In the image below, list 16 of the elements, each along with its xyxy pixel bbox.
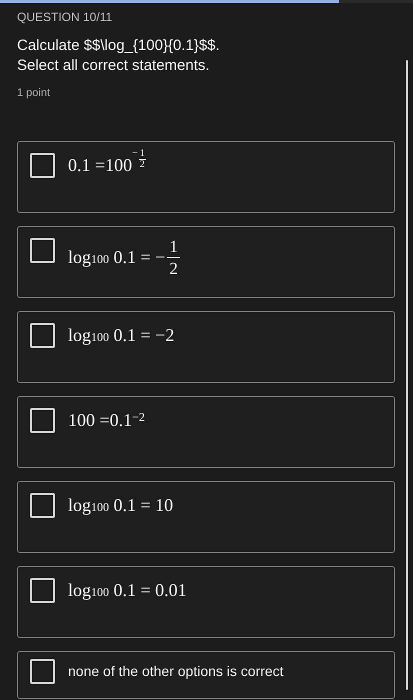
checkbox[interactable]	[30, 408, 55, 432]
points-label: 1 point	[17, 86, 52, 101]
option-text: none of the other options is correct	[68, 662, 284, 681]
scrollbar[interactable]	[406, 60, 408, 690]
checkbox[interactable]	[30, 492, 55, 518]
checkbox[interactable]	[30, 152, 55, 178]
question-text: Select all correct statements.	[17, 56, 211, 76]
question-text: Calculate $$\log_{100}{0.1}$$.	[17, 36, 221, 56]
checkbox[interactable]	[30, 322, 55, 348]
checkbox[interactable]	[30, 658, 55, 684]
question-number: QUESTION 10/11	[17, 9, 114, 26]
checkbox[interactable]	[30, 238, 55, 262]
answer-option[interactable]: 100 =0.1$^{−2}$	[17, 396, 395, 468]
answer-option[interactable]: none of the other options is correct	[17, 650, 395, 698]
checkbox[interactable]	[30, 578, 55, 602]
option-formula: 100 =0.1$^{−2}$	[68, 408, 145, 432]
